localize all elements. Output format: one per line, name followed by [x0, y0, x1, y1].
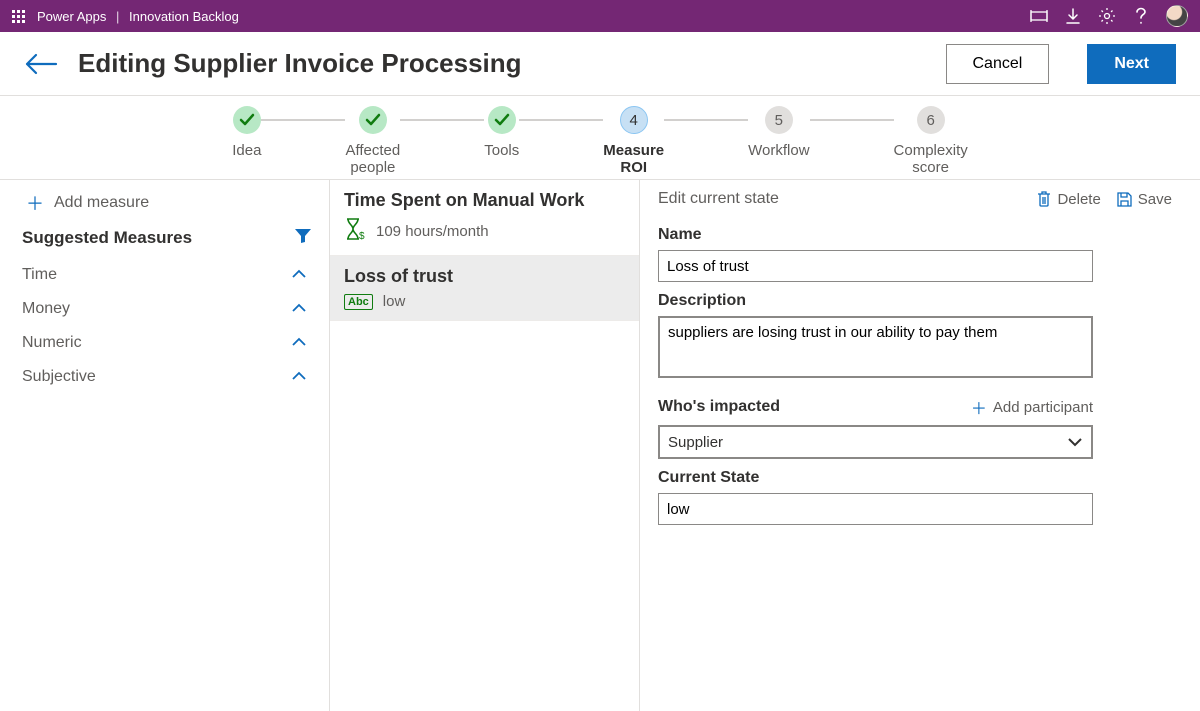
step-circle: 6	[917, 106, 945, 134]
category-numeric[interactable]: Numeric	[0, 326, 329, 360]
add-participant-button[interactable]: ＋ Add participant	[971, 395, 1093, 419]
step-label: MeasureROI	[603, 142, 664, 177]
hourglass-icon: $	[344, 217, 366, 245]
delete-button[interactable]: Delete	[1037, 191, 1100, 208]
category-money[interactable]: Money	[0, 292, 329, 326]
filter-icon[interactable]	[295, 228, 311, 248]
step-5[interactable]: 5 Workflow	[748, 106, 809, 159]
step-1[interactable]: Idea	[232, 106, 261, 159]
app-title: Power Apps | Innovation Backlog	[37, 9, 239, 24]
step-circle	[233, 106, 261, 134]
chevron-up-icon	[291, 300, 307, 318]
user-avatar[interactable]	[1166, 5, 1188, 27]
back-arrow-icon[interactable]	[24, 53, 58, 75]
save-button[interactable]: Save	[1117, 191, 1172, 208]
step-connector	[810, 119, 894, 121]
settings-gear-icon[interactable]	[1098, 7, 1116, 25]
measure-value: 109 hours/month	[376, 223, 489, 240]
step-2[interactable]: Affectedpeople	[345, 106, 400, 177]
name-label: Name	[658, 226, 1176, 244]
step-3[interactable]: Tools	[484, 106, 519, 159]
chevron-up-icon	[291, 368, 307, 386]
step-circle	[359, 106, 387, 134]
topbar-left: Power Apps | Innovation Backlog	[12, 9, 239, 24]
download-icon[interactable]	[1064, 7, 1082, 25]
svg-text:$: $	[359, 231, 365, 241]
measure-subtitle: Abclow	[344, 293, 625, 310]
impacted-select[interactable]: Supplier	[658, 425, 1093, 459]
description-textarea[interactable]	[658, 316, 1093, 378]
step-label: Affectedpeople	[345, 142, 400, 177]
fit-icon[interactable]	[1030, 7, 1048, 25]
detail-header: Edit current state Delete Save	[658, 180, 1176, 216]
step-label: Workflow	[748, 142, 809, 159]
step-label: Idea	[232, 142, 261, 159]
page-title: Editing Supplier Invoice Processing	[78, 48, 926, 79]
add-measure-label: Add measure	[54, 194, 149, 212]
main-content: ＋ Add measure Suggested Measures Time Mon…	[0, 180, 1200, 711]
plus-icon: ＋	[26, 190, 44, 216]
wizard-stepper: Idea Affectedpeople Tools 4 MeasureROI 5 Workf…	[0, 96, 1200, 180]
category-label: Numeric	[22, 334, 82, 352]
measure-value: low	[383, 293, 406, 310]
step-connector	[261, 119, 345, 121]
impacted-row: Who's impacted ＋ Add participant	[658, 395, 1093, 419]
delete-label: Delete	[1057, 191, 1100, 208]
measure-title: Time Spent on Manual Work	[344, 190, 625, 217]
category-label: Subjective	[22, 368, 96, 386]
impacted-label: Who's impacted	[658, 398, 780, 416]
chevron-up-icon	[291, 334, 307, 352]
impacted-value: Supplier	[668, 434, 723, 451]
next-button[interactable]: Next	[1087, 44, 1176, 84]
app-top-bar: Power Apps | Innovation Backlog	[0, 0, 1200, 32]
measure-title: Loss of trust	[344, 266, 625, 293]
save-label: Save	[1138, 191, 1172, 208]
measures-sidebar: ＋ Add measure Suggested Measures Time Mon…	[0, 180, 330, 711]
suggested-measures-header: Suggested Measures	[0, 222, 329, 258]
step-circle: 5	[765, 106, 793, 134]
measures-list: Time Spent on Manual Work$109 hours/mont…	[330, 180, 640, 711]
name-input[interactable]	[658, 250, 1093, 282]
chevron-down-icon	[1067, 437, 1083, 447]
topbar-right	[1030, 5, 1188, 27]
app-launcher-icon[interactable]	[12, 10, 25, 23]
detail-heading: Edit current state	[658, 190, 1021, 208]
add-measure-button[interactable]: ＋ Add measure	[0, 180, 329, 222]
add-participant-label: Add participant	[993, 399, 1093, 416]
page-header: Editing Supplier Invoice Processing Canc…	[0, 32, 1200, 96]
step-6[interactable]: 6 Complexityscore	[894, 106, 968, 177]
category-label: Money	[22, 300, 70, 318]
step-circle	[488, 106, 516, 134]
step-label: Tools	[484, 142, 519, 159]
cancel-button[interactable]: Cancel	[946, 44, 1050, 84]
description-label: Description	[658, 292, 1176, 310]
app-name: Power Apps	[37, 9, 106, 24]
step-4[interactable]: 4 MeasureROI	[603, 106, 664, 177]
measure-card[interactable]: Time Spent on Manual Work$109 hours/mont…	[330, 180, 639, 256]
step-connector	[400, 119, 484, 121]
title-separator: |	[116, 9, 119, 24]
measure-subtitle: $109 hours/month	[344, 217, 625, 245]
current-state-input[interactable]	[658, 493, 1093, 525]
app-page: Innovation Backlog	[129, 9, 239, 24]
step-connector	[519, 119, 603, 121]
category-time[interactable]: Time	[0, 258, 329, 292]
category-subjective[interactable]: Subjective	[0, 360, 329, 394]
plus-icon: ＋	[971, 395, 987, 419]
category-label: Time	[22, 266, 57, 284]
step-connector	[664, 119, 748, 121]
measure-card[interactable]: Loss of trustAbclow	[330, 256, 639, 321]
help-icon[interactable]	[1132, 7, 1150, 25]
measure-detail-panel: Edit current state Delete Save Name Desc…	[640, 180, 1200, 711]
abc-icon: Abc	[344, 294, 373, 310]
step-circle: 4	[620, 106, 648, 134]
step-label: Complexityscore	[894, 142, 968, 177]
current-state-label: Current State	[658, 469, 1176, 487]
suggested-measures-label: Suggested Measures	[22, 228, 192, 248]
chevron-up-icon	[291, 266, 307, 284]
